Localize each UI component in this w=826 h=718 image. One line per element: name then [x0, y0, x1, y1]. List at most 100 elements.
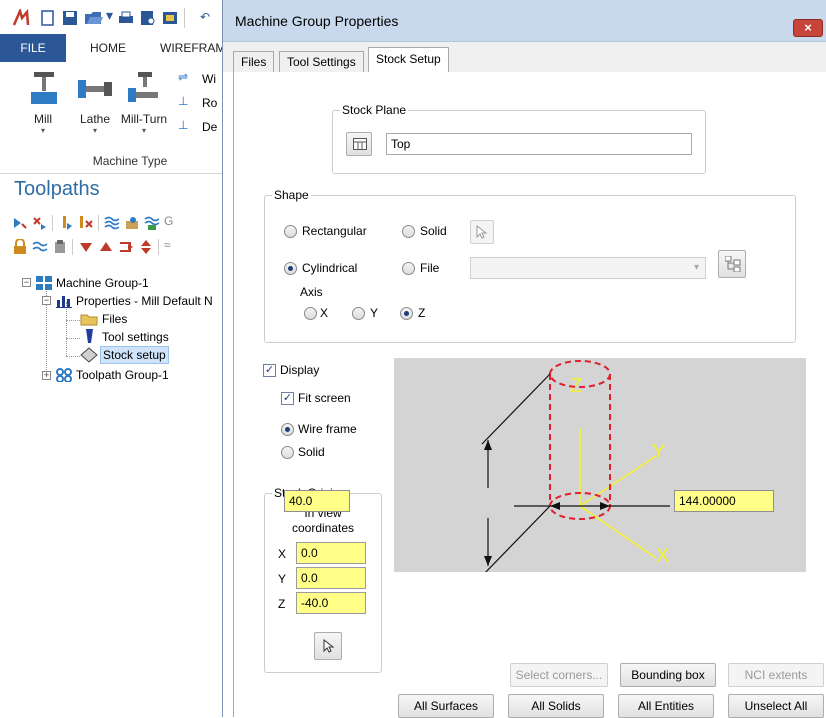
nci-extents-button[interactable]: NCI extents [728, 663, 824, 687]
ribbon-small-item-3[interactable]: ⊥ De [178, 118, 222, 138]
display-checkbox[interactable]: ✓ [263, 364, 276, 377]
coordinates-label: coordinates [291, 521, 355, 535]
verify-icon[interactable] [124, 215, 140, 231]
ribbon-small-item-2[interactable]: ⊥ Ro [178, 94, 222, 114]
select-invalid-icon[interactable] [32, 215, 48, 231]
move-down-icon[interactable] [78, 239, 94, 255]
toggle-post-icon[interactable] [52, 239, 68, 255]
open-dropdown-icon[interactable]: ▾ [106, 7, 113, 24]
rectangular-radio[interactable] [284, 225, 297, 238]
all-solids-button[interactable]: All Solids [508, 694, 604, 718]
select-plane-button[interactable] [346, 132, 372, 156]
dimension-arrow [484, 556, 492, 566]
file-tree-icon [725, 256, 741, 272]
lathe-icon [78, 80, 112, 98]
toolpaths-tree: − Machine Group-1 − Properties - Mill De… [0, 270, 222, 390]
mill-turn-button[interactable]: Mill-Turn ▾ [116, 68, 172, 135]
tab-home[interactable]: HOME [90, 34, 126, 62]
browse-file-button[interactable] [718, 250, 746, 278]
select-solid-button[interactable] [470, 220, 494, 244]
undo-icon[interactable]: ↶ [200, 10, 210, 24]
toggle-display-icon[interactable] [32, 239, 48, 255]
fit-screen-checkbox[interactable]: ✓ [281, 392, 294, 405]
wire-frame-label: Wire frame [298, 422, 357, 436]
unselect-all-button[interactable]: Unselect All [728, 694, 824, 718]
lathe-dropdown-icon: ▾ [92, 126, 97, 135]
insert-arrow-icon[interactable] [118, 239, 134, 255]
origin-z-field[interactable]: -40.0 [296, 592, 366, 614]
axis-y-radio[interactable] [352, 307, 365, 320]
display-label: Display [280, 363, 320, 377]
small-item-label-3: De [202, 120, 218, 134]
more-tools-icon[interactable]: G [164, 214, 173, 228]
axis-z-radio[interactable] [400, 307, 413, 320]
axis-x-radio[interactable] [304, 307, 317, 320]
cylindrical-label: Cylindrical [302, 261, 358, 275]
select-origin-button[interactable] [314, 632, 342, 660]
print-icon[interactable] [118, 10, 134, 26]
expand-toolpath-group-icon[interactable]: + [42, 371, 51, 380]
print-preview-icon[interactable] [140, 10, 156, 26]
origin-y-field[interactable]: 0.0 [296, 567, 366, 589]
ribbon-small-item-1[interactable]: ⇌ Wi [178, 70, 222, 90]
simulate-icon[interactable] [144, 215, 160, 231]
wire-edm-icon: ⇌ [178, 70, 189, 84]
machine-group-properties-dialog: Machine Group Properties × Files Tool Se… [222, 0, 826, 718]
design-icon: ⊥ [178, 118, 189, 132]
axis-z-label: Z [418, 306, 426, 320]
save-icon[interactable] [62, 10, 78, 26]
dialog-titlebar: Machine Group Properties × [223, 0, 826, 42]
mill-turn-label: Mill-Turn [120, 112, 168, 126]
toolbar-separator [52, 215, 53, 231]
mill-turn-icon [128, 72, 158, 102]
file-radio[interactable] [402, 262, 415, 275]
file-select[interactable]: ▾ [470, 257, 706, 279]
select-corners-button[interactable]: Select corners... [510, 663, 608, 687]
collapse-machine-group-icon[interactable]: − [22, 278, 31, 287]
more-tools-icon-2[interactable]: ≈ [164, 238, 171, 252]
regenerate-dirty-icon[interactable] [78, 215, 94, 231]
mill-button[interactable]: Mill ▾ [18, 68, 68, 135]
preview-x-axis-label: X [656, 545, 669, 567]
open-folder-icon[interactable] [84, 9, 104, 27]
toolbar-separator [184, 8, 185, 28]
tab-tool-settings[interactable]: Tool Settings [279, 51, 364, 72]
wire-frame-radio[interactable] [281, 423, 294, 436]
new-file-icon[interactable] [40, 10, 56, 26]
stock-diameter-field[interactable]: 144.00000 [674, 490, 774, 512]
tab-files[interactable]: Files [233, 51, 275, 72]
tree-label: Properties - Mill Default N [76, 294, 213, 308]
solid-display-radio[interactable] [281, 446, 294, 459]
file-label: File [420, 261, 440, 275]
toolbar-separator [98, 215, 99, 231]
lock-icon[interactable] [12, 239, 28, 255]
toolbar-misc-icon[interactable] [162, 10, 178, 26]
cylindrical-radio[interactable] [284, 262, 297, 275]
lathe-label: Lathe [79, 112, 111, 126]
collapse-properties-icon[interactable]: − [42, 296, 51, 305]
tab-wireframe[interactable]: WIREFRAM [160, 34, 225, 62]
close-button[interactable]: × [793, 19, 823, 37]
origin-x-field[interactable]: 0.0 [296, 542, 366, 564]
solid-shape-radio[interactable] [402, 225, 415, 238]
shape-label: Shape [272, 188, 311, 202]
all-surfaces-button[interactable]: All Surfaces [398, 694, 494, 718]
all-entities-button[interactable]: All Entities [618, 694, 714, 718]
stock-height-field[interactable]: 40.0 [284, 490, 350, 512]
select-all-icon[interactable] [12, 215, 28, 231]
rectangular-label: Rectangular [302, 224, 367, 238]
toolbar-separator [158, 239, 159, 255]
tree-label: Machine Group-1 [56, 276, 149, 290]
stock-icon [80, 347, 98, 363]
lathe-button[interactable]: Lathe ▾ [70, 68, 120, 135]
app-logo-icon[interactable] [12, 9, 30, 27]
stock-plane-field[interactable]: Top [386, 133, 692, 155]
bounding-box-button[interactable]: Bounding box [620, 663, 716, 687]
backplot-icon[interactable] [104, 215, 120, 231]
scroll-to-insert-icon[interactable] [138, 239, 154, 255]
tab-file[interactable]: FILE [0, 34, 66, 62]
regenerate-icon[interactable] [58, 215, 74, 231]
tab-stock-setup[interactable]: Stock Setup [368, 47, 449, 73]
move-up-icon[interactable] [98, 239, 114, 255]
toolpaths-panel-title: Toolpaths [14, 178, 100, 200]
